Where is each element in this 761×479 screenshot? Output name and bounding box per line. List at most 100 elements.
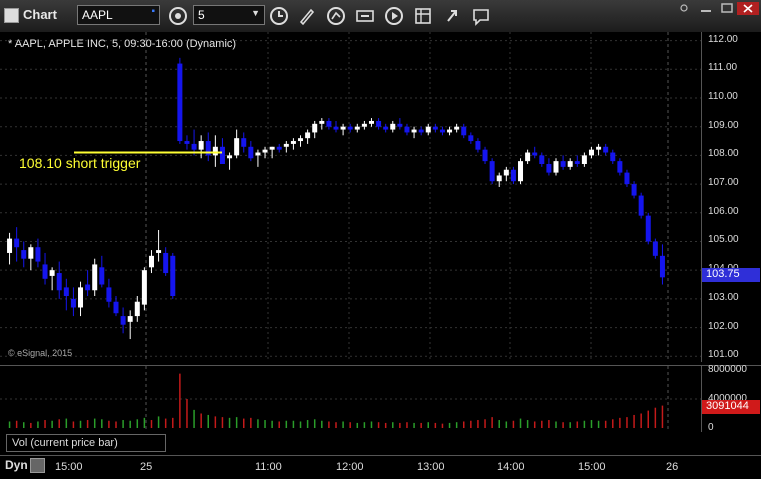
candle-body[interactable]: [645, 215, 651, 242]
candle-body[interactable]: [432, 126, 438, 130]
interval-select[interactable]: 5 ▼: [193, 5, 265, 25]
candle-body[interactable]: [184, 141, 190, 144]
volume-chart[interactable]: [0, 366, 701, 432]
candle-body[interactable]: [425, 126, 431, 133]
candle-body[interactable]: [652, 241, 658, 256]
candle-body[interactable]: [411, 129, 417, 133]
candle-body[interactable]: [312, 123, 318, 133]
candle-body[interactable]: [532, 152, 538, 156]
candle-body[interactable]: [383, 126, 389, 130]
price-chart[interactable]: [0, 32, 701, 362]
candle-body[interactable]: [42, 264, 48, 279]
candle-body[interactable]: [525, 152, 531, 162]
price-chart-pane[interactable]: [0, 32, 701, 362]
candle-body[interactable]: [49, 270, 55, 276]
candle-body[interactable]: [368, 120, 374, 124]
candle-body[interactable]: [340, 126, 346, 130]
candle-body[interactable]: [63, 287, 69, 296]
candle-body[interactable]: [624, 172, 630, 185]
candle-body[interactable]: [78, 287, 84, 308]
candle-body[interactable]: [404, 126, 410, 133]
candle-body[interactable]: [56, 273, 62, 291]
candle-body[interactable]: [596, 146, 602, 150]
candle-body[interactable]: [347, 126, 353, 130]
candle-body[interactable]: [141, 270, 147, 305]
candle-body[interactable]: [35, 247, 41, 262]
candle-body[interactable]: [553, 161, 559, 173]
symbol-dropdown-icon[interactable]: ▪: [151, 6, 155, 17]
candle-body[interactable]: [418, 129, 424, 133]
candle-body[interactable]: [14, 238, 20, 248]
candle-body[interactable]: [7, 238, 13, 253]
candle-body[interactable]: [85, 284, 91, 291]
candle-body[interactable]: [241, 138, 247, 147]
candle-body[interactable]: [262, 149, 268, 153]
candle-body[interactable]: [489, 161, 495, 182]
candle-body[interactable]: [397, 123, 403, 127]
candle-body[interactable]: [638, 195, 644, 216]
candle-body[interactable]: [234, 138, 240, 156]
minimize-icon[interactable]: [695, 2, 717, 15]
candle-body[interactable]: [617, 161, 623, 173]
candle-body[interactable]: [475, 141, 481, 150]
candle-body[interactable]: [276, 146, 282, 150]
candle-body[interactable]: [156, 250, 162, 253]
candle-body[interactable]: [227, 155, 233, 159]
candle-body[interactable]: [503, 169, 509, 176]
candle-body[interactable]: [191, 143, 197, 150]
candle-body[interactable]: [113, 301, 119, 314]
candle-body[interactable]: [177, 63, 183, 142]
candle-body[interactable]: [439, 129, 445, 133]
short-trigger-annotation[interactable]: 108.10 short trigger: [19, 155, 140, 171]
candle-body[interactable]: [198, 141, 204, 150]
candle-body[interactable]: [127, 316, 133, 322]
volume-axis[interactable]: 8000000 4000000 0: [701, 364, 761, 433]
candle-body[interactable]: [390, 123, 396, 130]
bookmark-icon[interactable]: [441, 5, 463, 27]
candle-body[interactable]: [92, 264, 98, 291]
candle-body[interactable]: [518, 161, 524, 182]
candle-body[interactable]: [581, 155, 587, 164]
candle-body[interactable]: [567, 161, 573, 167]
candle-body[interactable]: [454, 126, 460, 130]
candle-body[interactable]: [539, 155, 545, 164]
candle-body[interactable]: [361, 123, 367, 127]
candle-body[interactable]: [283, 143, 289, 147]
candle-body[interactable]: [447, 129, 453, 133]
candle-body[interactable]: [170, 255, 176, 296]
time-axis[interactable]: 15:00 25 11:00 12:00 13:00 14:00 15:00 26: [0, 455, 761, 479]
candle-body[interactable]: [21, 250, 27, 259]
candle-body[interactable]: [99, 267, 105, 285]
candle-body[interactable]: [269, 146, 275, 150]
candle-body[interactable]: [376, 120, 382, 127]
candle-body[interactable]: [28, 247, 34, 259]
candle-body[interactable]: [134, 301, 140, 317]
lock-icon[interactable]: [30, 458, 45, 473]
symbol-input[interactable]: AAPL ▪: [77, 5, 160, 25]
template-icon[interactable]: [412, 5, 434, 27]
candle-body[interactable]: [546, 164, 552, 173]
dynamic-mode-label[interactable]: Dyn: [5, 458, 28, 472]
candle-body[interactable]: [603, 146, 609, 153]
candle-body[interactable]: [319, 120, 325, 124]
candle-body[interactable]: [574, 161, 580, 164]
candle-body[interactable]: [326, 120, 332, 127]
candle-body[interactable]: [290, 141, 296, 144]
candle-body[interactable]: [610, 152, 616, 162]
candle-body[interactable]: [70, 298, 76, 308]
candle-body[interactable]: [163, 252, 169, 274]
candle-body[interactable]: [120, 316, 126, 325]
candle-body[interactable]: [496, 175, 502, 182]
candle-body[interactable]: [148, 255, 154, 268]
candle-body[interactable]: [255, 152, 261, 156]
candle-body[interactable]: [298, 138, 304, 142]
candle-body[interactable]: [248, 146, 254, 159]
candle-body[interactable]: [510, 169, 516, 182]
volume-study-label[interactable]: Vol (current price bar): [6, 434, 166, 452]
candle-body[interactable]: [354, 126, 360, 130]
link-icon[interactable]: [673, 2, 695, 15]
play-icon[interactable]: [383, 5, 405, 27]
candle-body[interactable]: [219, 146, 225, 164]
clock-icon[interactable]: [268, 5, 290, 27]
goto-icon[interactable]: [354, 5, 376, 27]
